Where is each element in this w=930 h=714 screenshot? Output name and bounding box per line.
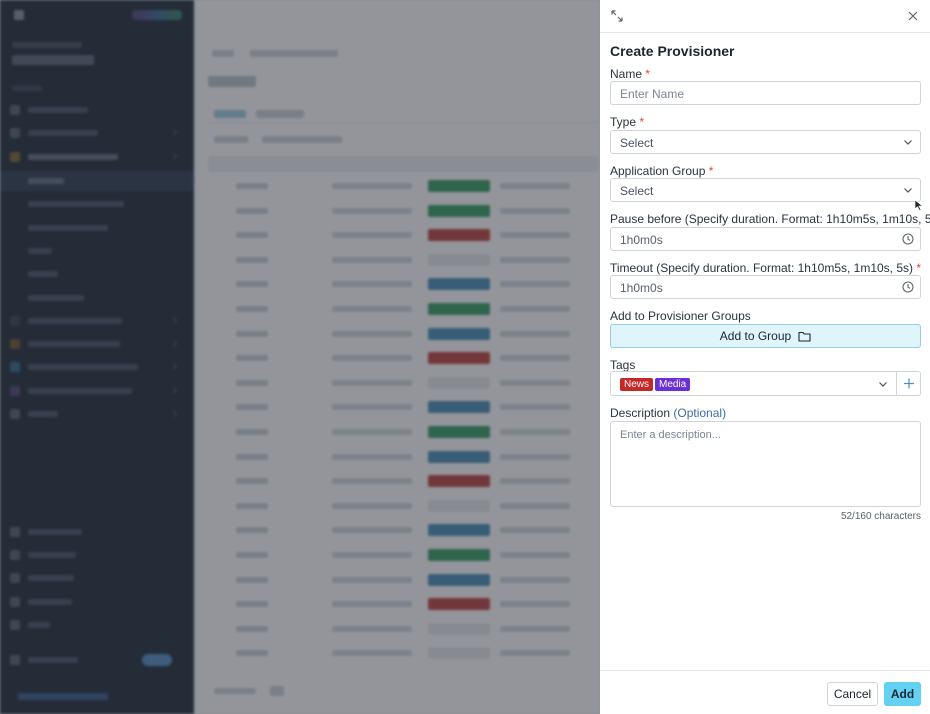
description-label-text: Description: [610, 406, 671, 420]
create-provisioner-drawer: Create Provisioner Name * Enter Name Typ…: [600, 0, 930, 714]
cancel-button[interactable]: Cancel: [827, 682, 878, 706]
mouse-cursor-icon: [914, 199, 924, 211]
application-group-select-value: Select: [620, 184, 654, 198]
add-tag-button[interactable]: [897, 371, 921, 396]
drawer-header: [600, 0, 930, 33]
character-counter: 52/160 characters: [840, 511, 921, 522]
close-icon[interactable]: [906, 9, 920, 23]
pause-before-label: Pause before (Specify duration. Format: …: [610, 212, 930, 226]
tags-select[interactable]: News Media: [610, 371, 897, 396]
pause-before-value: 1h0m0s: [620, 233, 663, 247]
add-to-group-label: Add to Group: [719, 329, 792, 343]
timeout-input[interactable]: 1h0m0s: [610, 275, 921, 299]
chevron-down-icon: [879, 382, 887, 387]
application-group-label: Application Group *: [610, 164, 713, 178]
optional-mark: (Optional): [673, 406, 727, 420]
timeout-label-text: Timeout (Specify duration. Format: 1h10m…: [610, 261, 914, 275]
application-group-label-text: Application Group: [610, 164, 706, 178]
required-mark: *: [645, 67, 651, 81]
required-mark: *: [639, 115, 645, 129]
description-textarea[interactable]: Enter a description...: [610, 421, 921, 507]
tag-chip[interactable]: News: [620, 378, 654, 391]
modal-backdrop[interactable]: [0, 0, 600, 714]
name-label: Name *: [610, 67, 650, 81]
drawer-footer: Cancel Add: [600, 670, 930, 714]
name-label-text: Name: [610, 67, 643, 81]
name-input[interactable]: Enter Name: [610, 81, 921, 105]
expand-icon[interactable]: [610, 9, 624, 23]
tag-chip[interactable]: Media: [655, 378, 691, 391]
pause-before-input[interactable]: 1h0m0s: [610, 227, 921, 251]
add-to-group-button[interactable]: Add to Group: [610, 324, 921, 348]
name-placeholder: Enter Name: [620, 87, 685, 101]
folder-icon: [798, 331, 811, 342]
tags-label: Tags: [610, 358, 636, 372]
chevron-down-icon: [904, 188, 912, 193]
timeout-label: Timeout (Specify duration. Format: 1h10m…: [610, 261, 921, 275]
description-placeholder: Enter a description...: [620, 429, 721, 441]
provisioner-groups-label: Add to Provisioner Groups: [610, 309, 751, 323]
type-select-value: Select: [620, 136, 654, 150]
add-button[interactable]: Add: [884, 682, 921, 706]
application-group-select[interactable]: Select: [610, 178, 921, 202]
type-select[interactable]: Select: [610, 130, 921, 154]
timeout-value: 1h0m0s: [620, 281, 663, 295]
clock-icon[interactable]: [902, 233, 914, 245]
required-mark: *: [916, 261, 922, 275]
type-label-text: Type: [610, 115, 637, 129]
required-mark: *: [708, 164, 714, 178]
drawer-title: Create Provisioner: [610, 43, 735, 59]
description-label: Description (Optional): [610, 406, 726, 420]
plus-icon: [904, 378, 914, 389]
type-label: Type *: [610, 115, 644, 129]
chevron-down-icon: [904, 140, 912, 145]
clock-icon[interactable]: [902, 281, 914, 293]
